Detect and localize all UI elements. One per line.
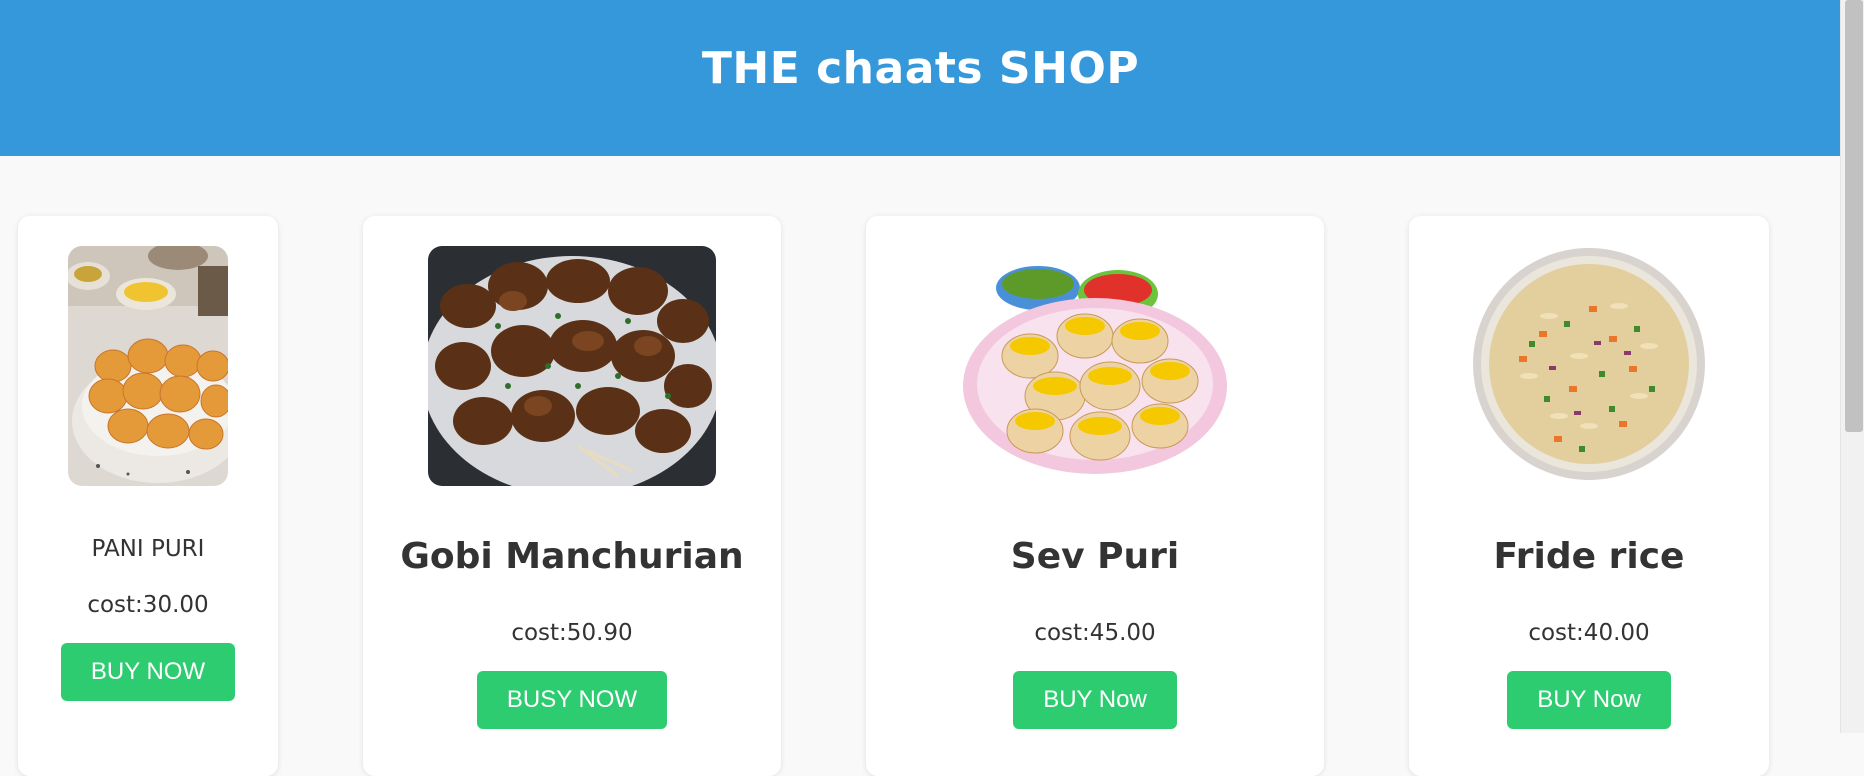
vertical-scrollbar[interactable] — [1840, 0, 1864, 733]
product-cost: cost:45.00 — [1034, 620, 1156, 646]
product-name: Fride rice — [1493, 536, 1685, 577]
fride-rice-image — [1469, 246, 1709, 486]
product-cost: cost:50.90 — [511, 620, 633, 646]
buy-now-button[interactable]: BUY Now — [1013, 671, 1177, 729]
product-cost: cost:30.00 — [87, 592, 209, 618]
product-card-fride-rice: Fride rice cost:40.00 BUY Now — [1409, 216, 1769, 776]
product-card-sev-puri: Sev Puri cost:45.00 BUY Now — [866, 216, 1324, 776]
pani-puri-image — [68, 246, 228, 486]
product-name: PANI PURI — [91, 536, 205, 562]
buy-now-button[interactable]: BUY NOW — [61, 643, 235, 701]
buy-now-button[interactable]: BUSY NOW — [477, 671, 667, 729]
product-card-gobi-manchurian: Gobi Manchurian cost:50.90 BUSY NOW — [363, 216, 781, 776]
gobi-manchurian-image — [428, 246, 716, 486]
scrollbar-thumb[interactable] — [1845, 0, 1863, 432]
page-title: THE chaats SHOP — [701, 42, 1140, 94]
product-name: Gobi Manchurian — [400, 536, 744, 577]
site-header: THE chaats SHOP — [0, 0, 1841, 156]
product-name: Sev Puri — [1010, 536, 1180, 577]
buy-now-button[interactable]: BUY Now — [1507, 671, 1671, 729]
product-cost: cost:40.00 — [1528, 620, 1650, 646]
sev-puri-image — [960, 246, 1230, 486]
product-card-pani-puri: PANI PURI cost:30.00 BUY NOW — [18, 216, 278, 776]
